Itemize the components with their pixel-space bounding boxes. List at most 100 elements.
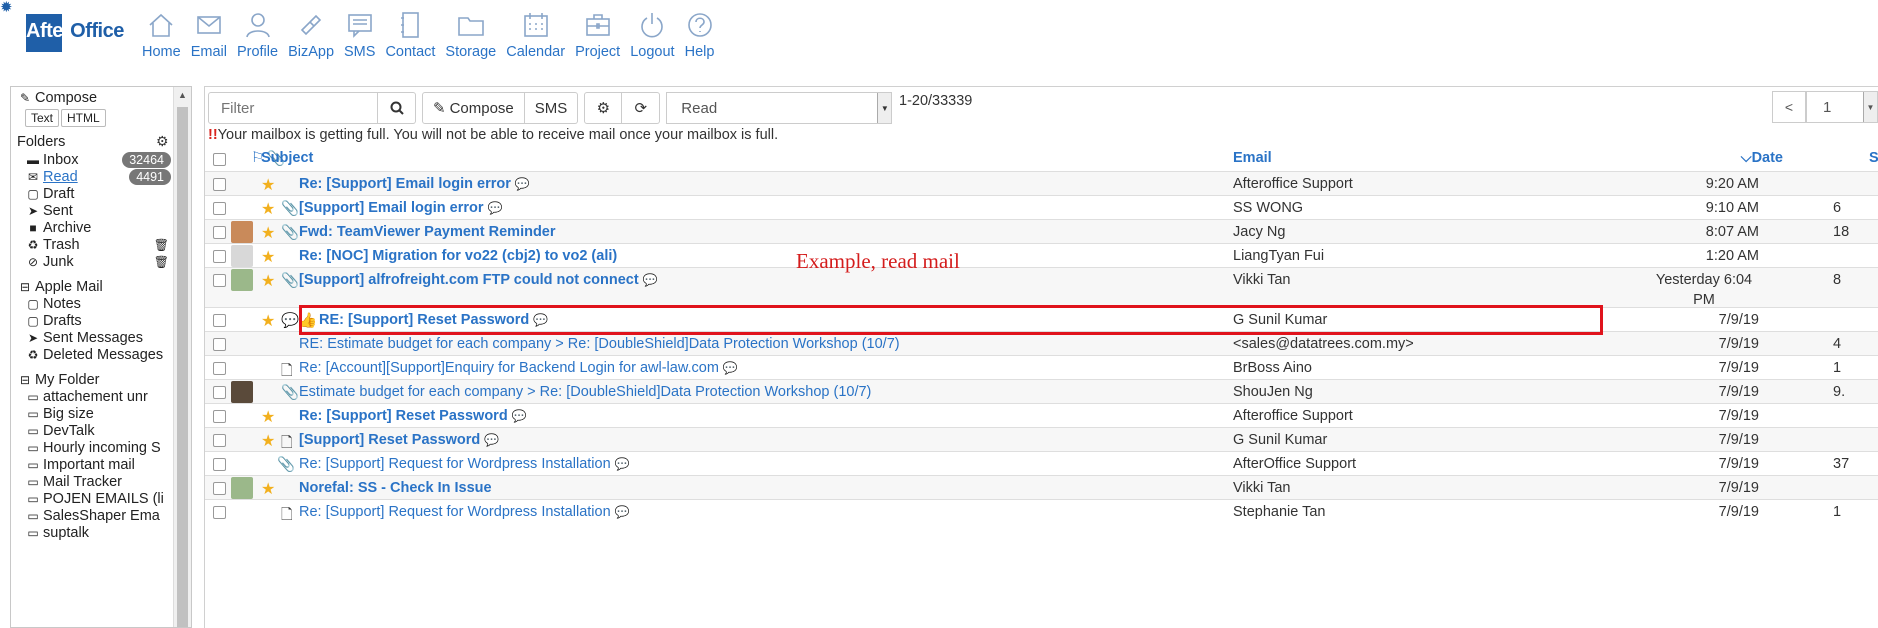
my-folder-toggle[interactable]: ⊟ My Folder xyxy=(17,372,100,388)
row-checkbox[interactable] xyxy=(213,434,226,447)
size-header[interactable]: Si xyxy=(1869,150,1878,166)
row-subject[interactable]: Fwd: TeamViewer Payment Reminder xyxy=(299,224,556,240)
row-subject[interactable]: [Support] alfrofreight.com FTP could not… xyxy=(299,272,658,288)
sidebar-item-inbox[interactable]: ▬ Inbox 32464 xyxy=(25,152,175,168)
sidebar-folder[interactable]: ▭ suptalk xyxy=(25,525,89,541)
row-checkbox[interactable] xyxy=(213,482,226,495)
compose-button[interactable]: ✎ Compose xyxy=(422,92,525,124)
star-icon[interactable]: ★ xyxy=(261,247,275,267)
sidebar-folder[interactable]: ▭ POJEN EMAILS (li xyxy=(25,491,164,507)
sms-button[interactable]: SMS xyxy=(524,92,579,124)
row-subject[interactable]: Re: [Support] Request for Wordpress Inst… xyxy=(299,456,630,472)
table-row[interactable]: ★ 🗋 [Support] Reset Password 💬 G Sunil Kumar… xyxy=(205,427,1878,451)
row-checkbox[interactable] xyxy=(213,410,226,423)
filter-input[interactable] xyxy=(208,92,378,124)
table-row[interactable]: ★ 📎 [Support] Email login error 💬 SS WONG 9:1… xyxy=(205,195,1878,219)
scrollbar-thumb[interactable] xyxy=(177,107,188,627)
nav-bizapp[interactable]: BizApp xyxy=(284,10,338,62)
table-row[interactable]: ★ Re: [NOC] Migration for vo22 (cbj2) to … xyxy=(205,243,1878,267)
sidebar-item-junk[interactable]: ⊘ Junk 🗑 xyxy=(25,254,175,270)
table-row[interactable]: 🗋 Re: [Account][Support]Enquiry for Backe… xyxy=(205,355,1878,379)
sidebar-item-draft[interactable]: ▢ Draft xyxy=(25,186,74,202)
table-row[interactable]: ★ 📎 [Support] alfrofreight.com FTP could n… xyxy=(205,267,1878,308)
refresh-button[interactable]: ⟳ xyxy=(622,92,661,124)
table-row[interactable]: 📎 Estimate budget for each company > Re: … xyxy=(205,379,1878,403)
compose-link[interactable]: ✎ Compose xyxy=(17,90,97,106)
star-icon[interactable]: ★ xyxy=(261,199,275,219)
row-subject[interactable]: Re: [Support] Email login error 💬 xyxy=(299,176,530,192)
empty-trash-icon[interactable]: 🗑 xyxy=(154,238,169,252)
sidebar-folder[interactable]: ▭ Mail Tracker xyxy=(25,474,122,490)
star-icon[interactable]: ★ xyxy=(261,479,275,499)
nav-home[interactable]: Home xyxy=(138,10,185,62)
nav-logout[interactable]: Logout xyxy=(626,10,678,62)
sidebar-item-trash[interactable]: ♻ Trash 🗑 xyxy=(25,237,175,253)
row-subject[interactable]: Re: [Support] Reset Password 💬 xyxy=(299,408,527,424)
table-row[interactable]: ★ Norefal: SS - Check In Issue Vikki Tan 7/… xyxy=(205,475,1878,499)
sidebar-folder[interactable]: ▭ Hourly incoming S xyxy=(25,440,160,456)
row-subject[interactable]: [Support] Reset Password 💬 xyxy=(299,432,499,448)
table-row[interactable]: ★ Re: [Support] Email login error 💬 Afterof… xyxy=(205,171,1878,195)
scroll-up-arrow-icon[interactable]: ▲ xyxy=(178,90,187,100)
view-select[interactable]: Read ▼ xyxy=(666,92,893,124)
sidebar-item-drafts[interactable]: ▢ Drafts xyxy=(25,313,81,329)
apple-mail-toggle[interactable]: ⊟ Apple Mail xyxy=(17,279,103,295)
sidebar-scrollbar[interactable]: ▲ xyxy=(173,87,191,627)
star-icon[interactable]: ★ xyxy=(261,223,275,243)
row-checkbox[interactable] xyxy=(213,458,226,471)
star-icon[interactable]: ★ xyxy=(261,431,275,451)
nav-storage[interactable]: Storage xyxy=(441,10,500,62)
sidebar-folder[interactable]: ▭ Big size xyxy=(25,406,93,422)
sidebar-folder[interactable]: ▭ Important mail xyxy=(25,457,135,473)
nav-profile[interactable]: Profile xyxy=(233,10,282,62)
subject-header[interactable]: Subject xyxy=(261,150,313,166)
sidebar-item-archive[interactable]: ■ Archive xyxy=(25,220,91,236)
row-checkbox[interactable] xyxy=(213,178,226,191)
nav-email[interactable]: Email xyxy=(187,10,231,62)
sidebar-folder[interactable]: ▭ attachement unr xyxy=(25,389,147,405)
row-subject[interactable]: [Support] Email login error 💬 xyxy=(299,200,502,216)
folders-gear-icon[interactable]: ⚙ xyxy=(156,133,169,150)
sidebar-item-sent[interactable]: ➤ Sent xyxy=(25,203,73,219)
html-format-button[interactable]: HTML xyxy=(61,109,106,127)
star-icon[interactable]: ★ xyxy=(261,175,275,195)
nav-calendar[interactable]: Calendar xyxy=(502,10,569,62)
empty-junk-icon[interactable]: 🗑 xyxy=(154,255,169,269)
row-checkbox[interactable] xyxy=(213,386,226,399)
nav-help[interactable]: Help xyxy=(681,10,719,62)
sidebar-folder[interactable]: ▭ SalesShaper Ema xyxy=(25,508,160,524)
email-header[interactable]: Email xyxy=(1233,150,1272,166)
row-subject[interactable]: Re: [Support] Request for Wordpress Inst… xyxy=(299,504,630,520)
sidebar-item-deleted-messages[interactable]: ♻ Deleted Messages xyxy=(25,347,163,363)
star-icon[interactable]: ★ xyxy=(261,271,275,291)
text-format-button[interactable]: Text xyxy=(25,109,60,127)
star-icon[interactable]: ★ xyxy=(261,311,275,331)
row-checkbox[interactable] xyxy=(213,226,226,239)
sidebar-item-notes[interactable]: ▢ Notes xyxy=(25,296,81,312)
sidebar-folder[interactable]: ▭ DevTalk xyxy=(25,423,94,439)
table-row[interactable]: ★ 📎 Fwd: TeamViewer Payment Reminder Jacy N… xyxy=(205,219,1878,243)
row-subject[interactable]: Norefal: SS - Check In Issue xyxy=(299,480,492,496)
row-checkbox[interactable] xyxy=(213,338,226,351)
row-subject[interactable]: Re: [NOC] Migration for vo22 (cbj2) to v… xyxy=(299,248,617,264)
nav-sms[interactable]: SMS xyxy=(340,10,379,62)
search-button[interactable] xyxy=(378,92,416,124)
page-select[interactable]: 1 ▼ xyxy=(1806,91,1878,123)
nav-contact[interactable]: Contact xyxy=(381,10,439,62)
row-checkbox[interactable] xyxy=(213,250,226,263)
table-row[interactable]: ★ Re: [Support] Reset Password 💬 Afteroffic… xyxy=(205,403,1878,427)
table-row[interactable]: 📎 Re: [Support] Request for Wordpress Ins… xyxy=(205,451,1878,475)
app-logo[interactable]: ✹ AfterOffice xyxy=(0,0,130,62)
row-checkbox[interactable] xyxy=(213,506,226,519)
row-checkbox[interactable] xyxy=(213,314,226,327)
star-icon[interactable]: ★ xyxy=(261,407,275,427)
row-subject[interactable]: Estimate budget for each company > Re: [… xyxy=(299,384,871,400)
row-checkbox[interactable] xyxy=(213,202,226,215)
sidebar-item-read[interactable]: ✉ Read 4491 xyxy=(25,169,175,185)
table-row[interactable]: 🗋 Re: [Support] Request for Wordpress Ins… xyxy=(205,499,1878,539)
row-checkbox[interactable] xyxy=(213,362,226,375)
row-subject[interactable]: RE: Estimate budget for each company > R… xyxy=(299,336,900,352)
select-all-checkbox[interactable] xyxy=(213,153,226,166)
nav-project[interactable]: Project xyxy=(571,10,624,62)
date-header[interactable]: ⌵Date xyxy=(1741,150,1783,166)
